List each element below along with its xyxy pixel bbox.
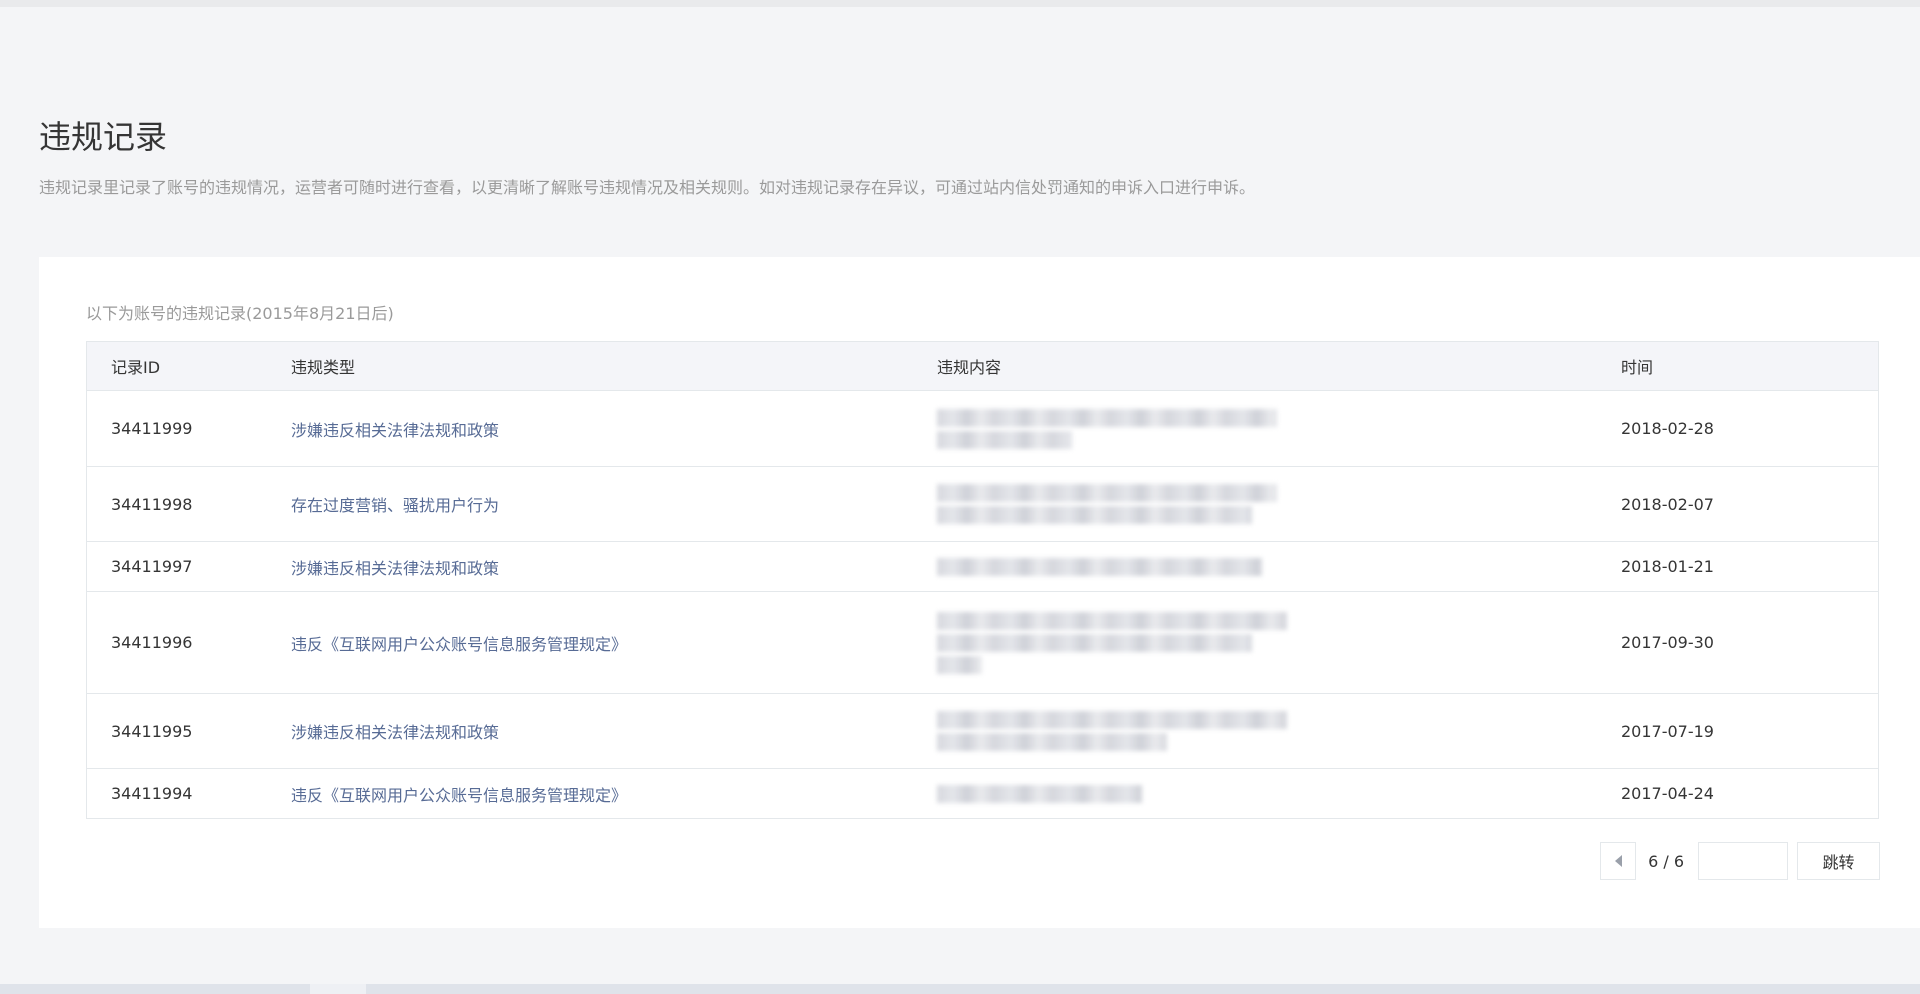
table-row: 34411998 存在过度营销、骚扰用户行为 2018-02-07: [86, 466, 1879, 542]
column-header-type: 违规类型: [291, 341, 937, 391]
record-date: 2018-02-28: [1621, 419, 1714, 438]
records-card: 以下为账号的违规记录(2015年8月21日后) 记录ID 违规类型 违规内容 时…: [39, 257, 1920, 928]
record-date: 2017-09-30: [1621, 633, 1714, 652]
violation-type-link[interactable]: 违反《互联网用户公众账号信息服务管理规定》: [291, 635, 627, 654]
table-row: 34411999 涉嫌违反相关法律法规和政策 2018-02-28: [86, 390, 1879, 467]
violation-type-link[interactable]: 涉嫌违反相关法律法规和政策: [291, 723, 499, 742]
record-id: 34411995: [111, 721, 193, 741]
violation-type-link[interactable]: 违反《互联网用户公众账号信息服务管理规定》: [291, 786, 627, 805]
record-id: 34411998: [111, 494, 193, 514]
page-jump-input[interactable]: [1698, 842, 1788, 880]
record-id: 34411997: [111, 557, 193, 576]
violation-content-blurred: [937, 769, 1621, 819]
bottom-taskbar: [0, 984, 1920, 994]
table-row: 34411997 涉嫌违反相关法律法规和政策 2018-01-21: [86, 541, 1879, 592]
violation-content-blurred: [937, 694, 1621, 769]
violation-content-blurred: [937, 542, 1621, 592]
record-date: 2017-07-19: [1621, 721, 1714, 741]
table-header-row: 记录ID 违规类型 违规内容 时间: [86, 341, 1879, 391]
page-container: 违规记录 违规记录里记录了账号的违规情况，运营者可随时进行查看，以更清晰了解账号…: [0, 7, 1920, 987]
column-header-id: 记录ID: [86, 341, 291, 391]
page-indicator: 6 / 6: [1648, 851, 1684, 871]
jump-button[interactable]: 跳转: [1797, 842, 1880, 880]
column-header-content: 违规内容: [937, 341, 1621, 391]
table-row: 34411996 违反《互联网用户公众账号信息服务管理规定》 2017-09-3…: [86, 591, 1879, 694]
top-bar: [0, 0, 1920, 7]
record-id: 34411996: [111, 633, 193, 652]
violation-type-link[interactable]: 涉嫌违反相关法律法规和政策: [291, 421, 499, 440]
violation-type-link[interactable]: 涉嫌违反相关法律法规和政策: [291, 559, 499, 578]
violation-content-blurred: [937, 467, 1621, 542]
violation-type-link[interactable]: 存在过度营销、骚扰用户行为: [291, 496, 499, 515]
record-date: 2017-04-24: [1621, 784, 1714, 803]
table-row: 34411994 违反《互联网用户公众账号信息服务管理规定》 2017-04-2…: [86, 768, 1879, 819]
chevron-left-icon: [1614, 855, 1622, 867]
record-id: 34411994: [111, 784, 193, 803]
prev-page-button[interactable]: [1600, 842, 1637, 880]
violation-content-blurred: [937, 592, 1621, 694]
violation-records-table: 记录ID 违规类型 违规内容 时间 34411999 涉嫌违反相关法律法规和政策…: [86, 341, 1879, 819]
record-id: 34411999: [111, 419, 193, 438]
record-date: 2018-02-07: [1621, 494, 1714, 514]
page-title: 违规记录: [39, 118, 168, 157]
record-date: 2018-01-21: [1621, 557, 1714, 576]
column-header-time: 时间: [1621, 341, 1879, 391]
violation-content-blurred: [937, 391, 1621, 467]
records-subtitle: 以下为账号的违规记录(2015年8月21日后): [86, 304, 394, 323]
table-row: 34411995 涉嫌违反相关法律法规和政策 2017-07-19: [86, 693, 1879, 769]
pagination: 6 / 6 跳转: [1600, 842, 1880, 880]
taskbar-tab[interactable]: [310, 984, 366, 994]
page-description: 违规记录里记录了账号的违规情况，运营者可随时进行查看，以更清晰了解账号违规情况及…: [39, 178, 1256, 197]
